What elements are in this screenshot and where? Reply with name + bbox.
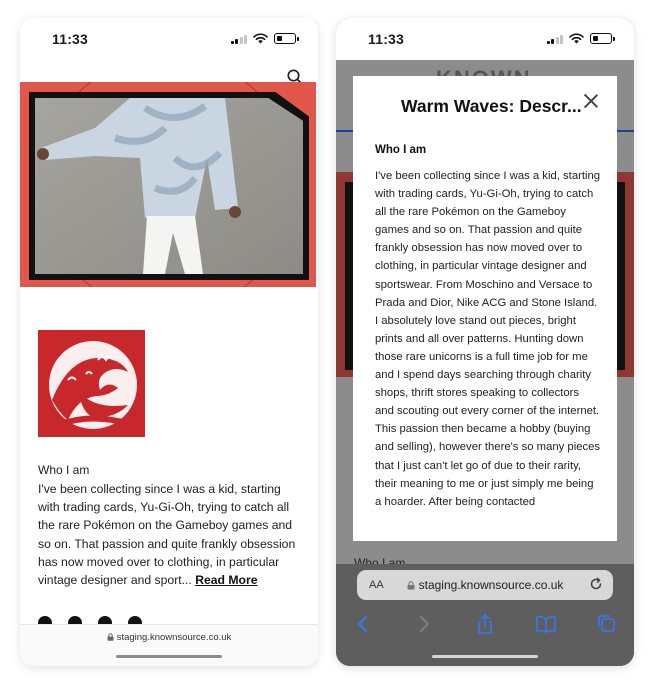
url-display[interactable]: staging.knownsource.co.uk (20, 632, 318, 643)
battery-icon (274, 33, 299, 44)
status-time: 11:33 (368, 31, 405, 47)
status-bar: 11:33 (336, 18, 634, 60)
modal-body[interactable]: I've been collecting since I was a kid, … (375, 167, 601, 511)
modal-paragraph: I've been collecting since I was a kid, … (375, 170, 601, 418)
safari-address-bar[interactable]: AA staging.knownsource.co.uk (357, 570, 613, 600)
read-more-link[interactable]: Read More (195, 573, 257, 587)
status-icons (230, 33, 299, 44)
hero-image (20, 82, 316, 287)
left-phone-screen: 11:33 Who I am I've been collecting sinc… (20, 18, 318, 666)
modal-paragraph: This passion then became a hobby (buying… (375, 423, 601, 508)
back-icon[interactable] (352, 613, 374, 635)
warm-waves-thumbnail (38, 330, 145, 437)
modal-heading: Who I am (375, 144, 427, 156)
wifi-icon (253, 33, 268, 44)
right-phone-screen: 11:33 KNOWN Who I am Warm Waves: Descr..… (336, 18, 634, 666)
close-icon[interactable] (583, 93, 599, 109)
cellular-signal-icon (230, 34, 247, 44)
reload-icon[interactable] (589, 577, 603, 591)
battery-icon (590, 33, 615, 44)
status-bar: 11:33 (20, 18, 318, 60)
share-icon[interactable] (474, 613, 496, 635)
home-indicator[interactable] (116, 654, 222, 658)
url-text: staging.knownsource.co.uk (116, 632, 232, 643)
safari-bottom-bar: AA staging.knownsource.co.uk (336, 564, 634, 666)
lock-icon (407, 581, 415, 590)
cellular-signal-icon (546, 34, 563, 44)
bookmarks-icon[interactable] (535, 613, 557, 635)
model-figure-illustration (35, 98, 303, 274)
wifi-icon (569, 33, 584, 44)
status-time: 11:33 (52, 31, 89, 47)
browser-url-bar[interactable]: staging.knownsource.co.uk (20, 624, 318, 666)
modal-title: Warm Waves: Descr... (401, 96, 582, 116)
url-display[interactable]: staging.knownsource.co.uk (357, 578, 613, 592)
article-page: Who I am I've been collecting since I wa… (20, 60, 318, 666)
url-text: staging.knownsource.co.uk (418, 578, 564, 592)
safari-toolbar (348, 612, 622, 636)
tabs-icon[interactable] (596, 613, 618, 635)
who-i-am-label: Who I am (38, 463, 90, 477)
bio-modal: Warm Waves: Descr... Who I am I've been … (353, 76, 617, 541)
lock-icon (107, 633, 114, 641)
bio-excerpt-text: I've been collecting since I was a kid, … (38, 482, 296, 588)
bio-excerpt: I've been collecting since I was a kid, … (38, 480, 300, 589)
hero-frame (29, 92, 309, 280)
status-icons (546, 33, 615, 44)
home-indicator[interactable] (432, 654, 538, 658)
hero-photo (35, 98, 303, 274)
forward-icon[interactable] (413, 613, 435, 635)
